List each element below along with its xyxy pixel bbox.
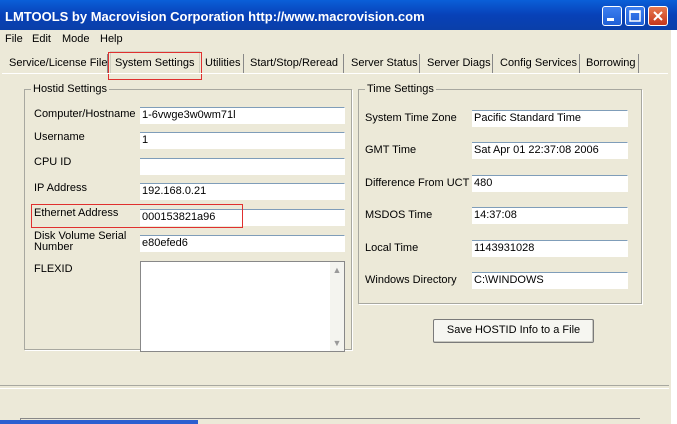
time-settings-legend: Time Settings — [367, 83, 434, 95]
tab-start-stop-reread[interactable]: Start/Stop/Reread — [246, 54, 344, 73]
ethernet-address-field[interactable]: 000153821a96 — [140, 209, 345, 226]
close-button[interactable] — [648, 6, 668, 26]
flexid-label: FLEXID — [34, 263, 73, 275]
lmtools-window: LMTOOLS by Macrovision Corporation http:… — [0, 0, 677, 424]
maximize-icon — [629, 10, 641, 22]
system-settings-panel: Hostid Settings Computer/Hostname 1-6vwg… — [2, 73, 668, 376]
menu-bar: File Edit Mode Help — [0, 30, 671, 48]
ip-address-field[interactable]: 192.168.0.21 — [140, 183, 345, 200]
menu-edit[interactable]: Edit — [32, 33, 51, 45]
flexid-scrollbar[interactable]: ▲ ▼ — [330, 262, 344, 351]
gmt-time-label: GMT Time — [365, 144, 417, 156]
menu-mode[interactable]: Mode — [62, 33, 90, 45]
tab-utilities[interactable]: Utilities — [201, 54, 244, 73]
hostid-settings-legend: Hostid Settings — [33, 83, 107, 95]
minimize-button[interactable] — [602, 6, 622, 26]
local-time-label: Local Time — [365, 242, 419, 254]
system-time-zone-field[interactable]: Pacific Standard Time — [472, 110, 628, 127]
tab-system-settings[interactable]: System Settings — [110, 51, 200, 74]
save-hostid-button[interactable]: Save HOSTID Info to a File — [433, 319, 594, 343]
tab-borrowing[interactable]: Borrowing — [582, 54, 639, 73]
system-time-zone-label: System Time Zone — [365, 112, 457, 124]
tab-config-services[interactable]: Config Services — [496, 54, 580, 73]
tab-service-license-file[interactable]: Service/License File — [5, 54, 108, 73]
windows-directory-field[interactable]: C:\WINDOWS — [472, 272, 628, 289]
close-icon — [653, 11, 663, 21]
tab-server-diags[interactable]: Server Diags — [423, 54, 493, 73]
msdos-time-field[interactable]: 14:37:08 — [472, 207, 628, 224]
disk-volume-serial-label-line2: Number — [34, 241, 74, 253]
computer-hostname-label: Computer/Hostname — [34, 108, 136, 120]
computer-hostname-field[interactable]: 1-6vwge3w0wm71l — [140, 107, 345, 124]
cpu-id-label: CPU ID — [34, 156, 72, 168]
gmt-time-field[interactable]: Sat Apr 01 22:37:08 2006 — [472, 142, 628, 159]
username-field[interactable]: 1 — [140, 132, 345, 149]
title-bar[interactable]: LMTOOLS by Macrovision Corporation http:… — [0, 0, 677, 30]
windows-directory-label: Windows Directory — [365, 274, 457, 286]
menu-help[interactable]: Help — [100, 33, 123, 45]
taskbar-strip — [0, 420, 198, 424]
username-label: Username — [34, 131, 85, 143]
status-separator — [0, 385, 669, 389]
scroll-up-icon[interactable]: ▲ — [331, 264, 343, 276]
local-time-field[interactable]: 1143931028 — [472, 240, 628, 257]
tab-strip: Service/License File System Settings Uti… — [0, 51, 671, 74]
tab-server-status[interactable]: Server Status — [347, 54, 420, 73]
minimize-icon — [607, 18, 614, 21]
window-title: LMTOOLS by Macrovision Corporation http:… — [5, 9, 425, 24]
client-area: File Edit Mode Help Service/License File… — [0, 30, 671, 424]
scroll-down-icon[interactable]: ▼ — [331, 337, 343, 349]
difference-from-uct-label: Difference From UCT — [365, 177, 470, 189]
difference-from-uct-field[interactable]: 480 — [472, 175, 628, 192]
disk-volume-serial-label: Disk Volume Serial Number — [34, 231, 126, 253]
ip-address-label: IP Address — [34, 182, 87, 194]
disk-volume-serial-field[interactable]: e80efed6 — [140, 235, 345, 252]
window-right-edge — [671, 30, 677, 424]
ethernet-address-label: Ethernet Address — [34, 207, 119, 219]
cpu-id-field[interactable] — [140, 158, 345, 175]
msdos-time-label: MSDOS Time — [365, 209, 433, 221]
maximize-button[interactable] — [625, 6, 645, 26]
flexid-textarea[interactable]: ▲ ▼ — [140, 261, 345, 352]
menu-file[interactable]: File — [5, 33, 23, 45]
